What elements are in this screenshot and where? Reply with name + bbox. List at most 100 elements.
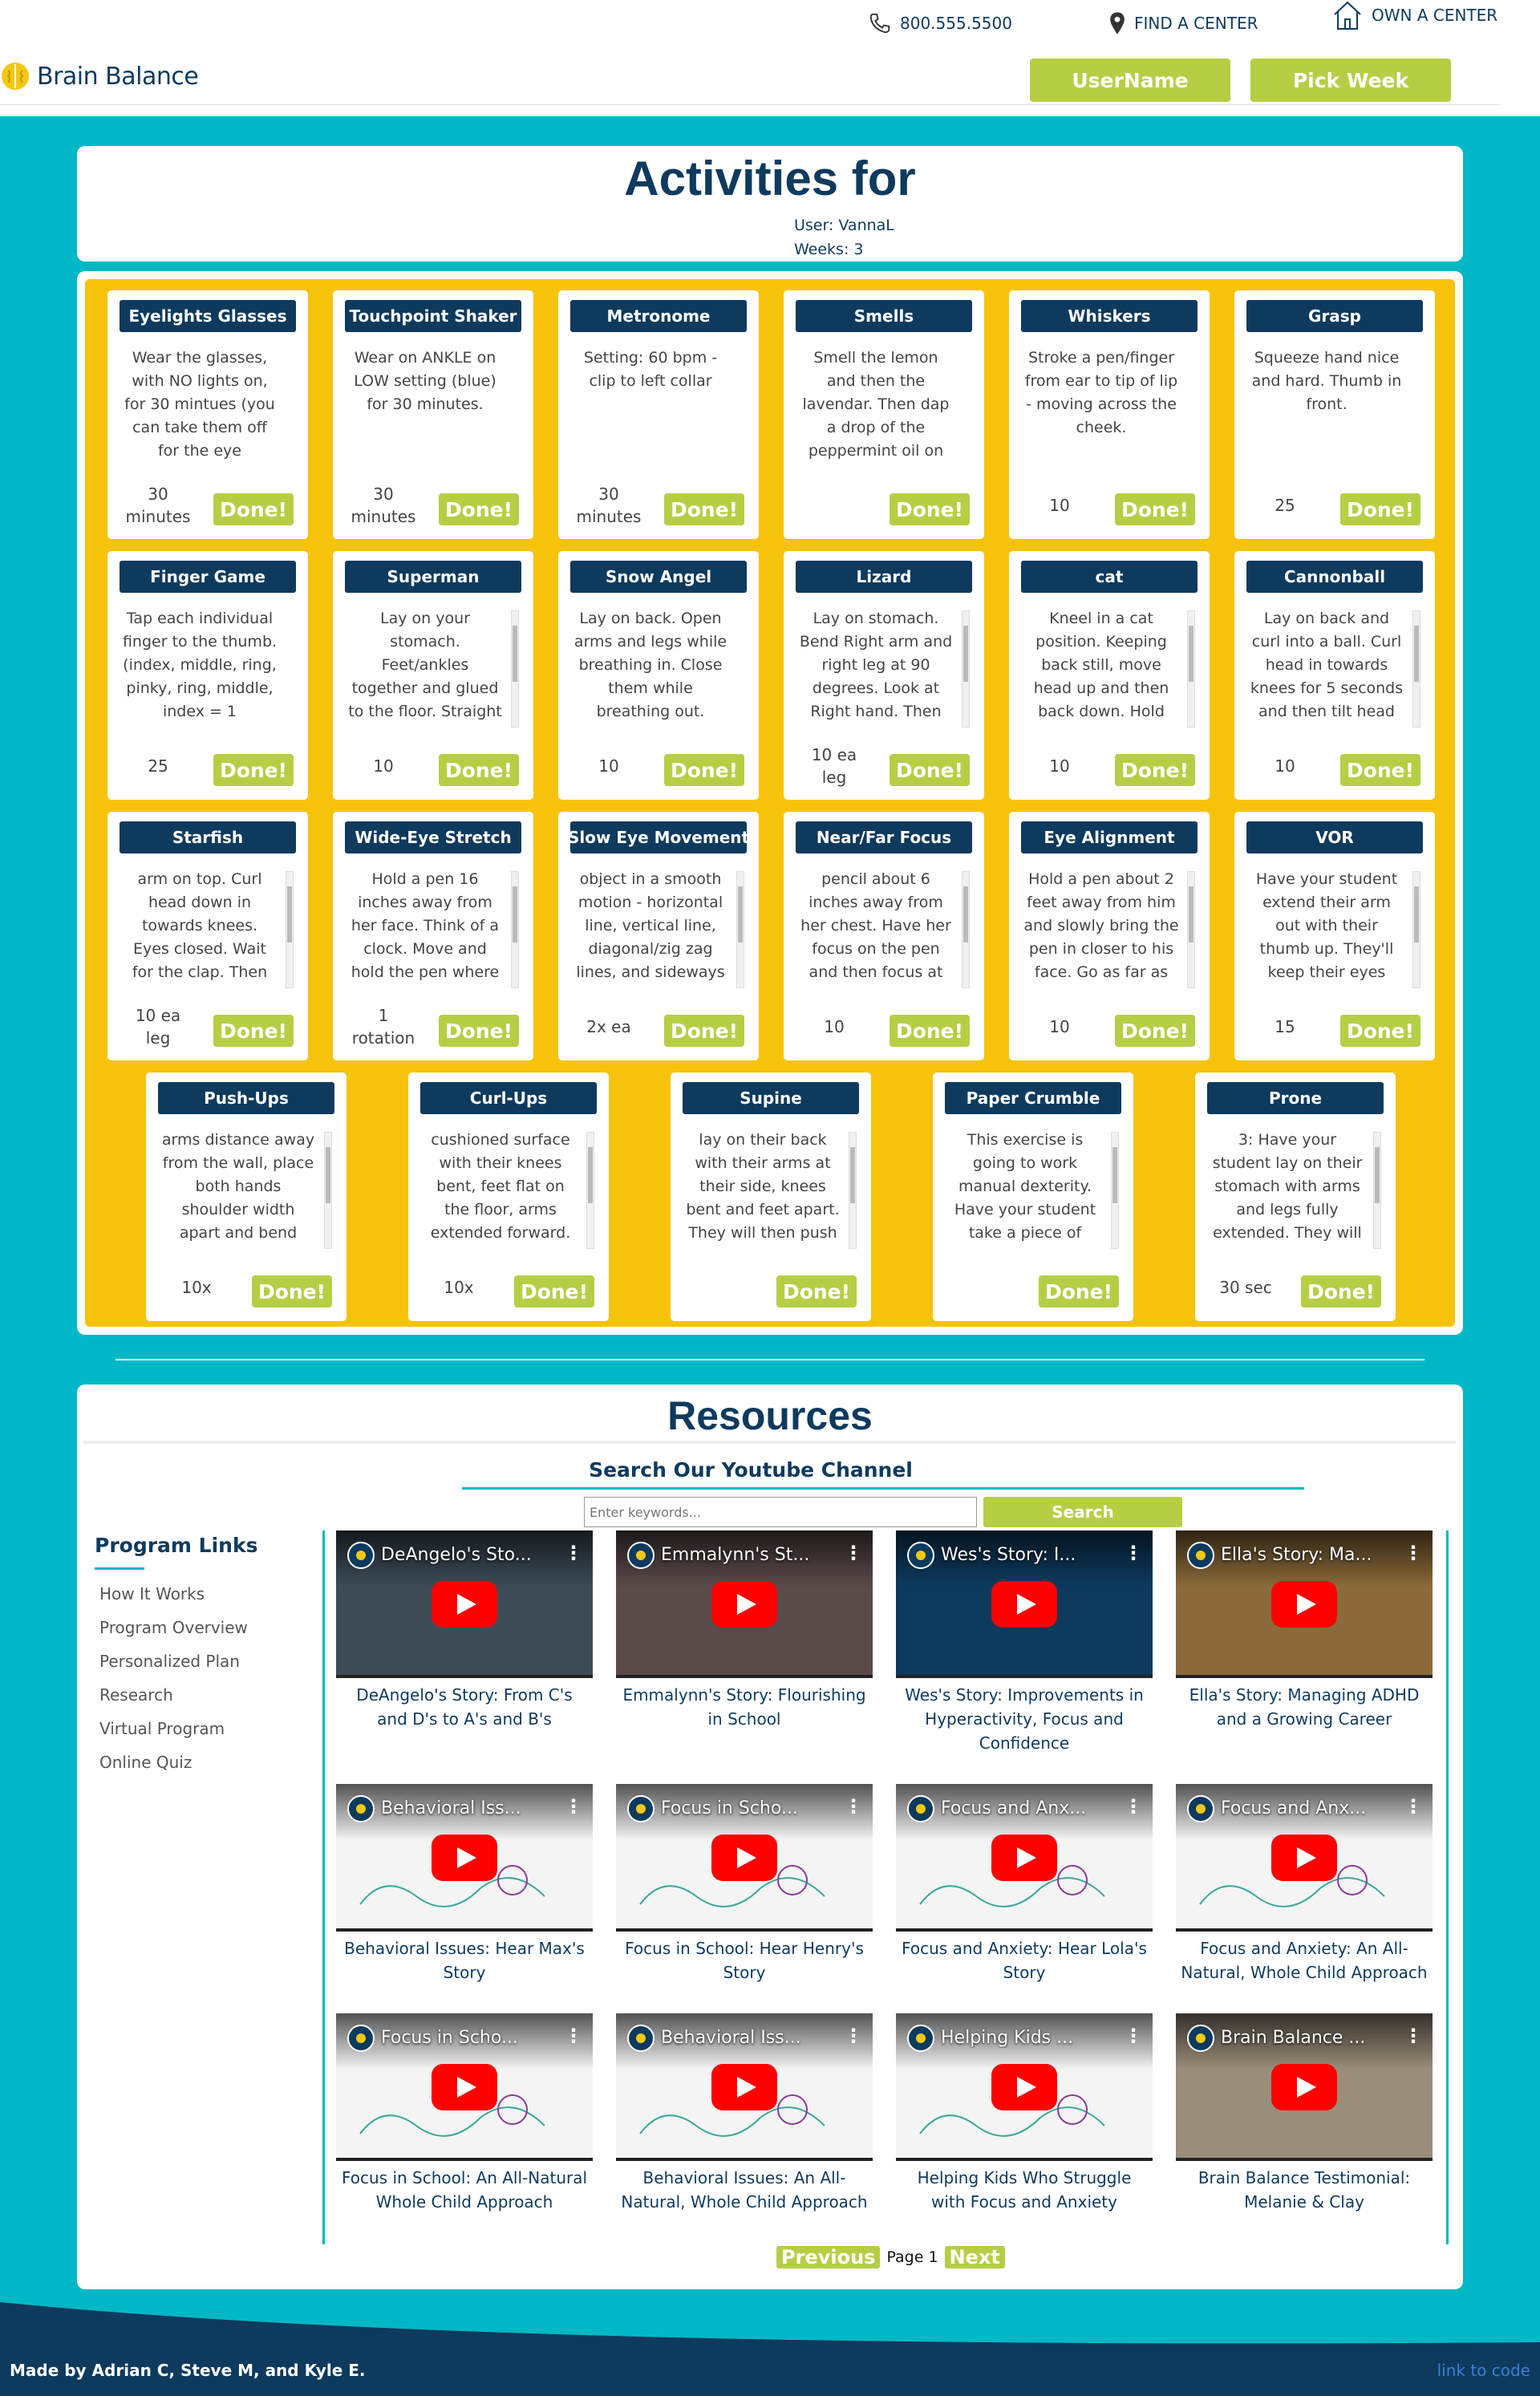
youtube-play-icon[interactable] bbox=[991, 1581, 1057, 1628]
youtube-play-icon[interactable] bbox=[1271, 1581, 1337, 1628]
video-caption[interactable]: Focus in School: An All-Natural Whole Ch… bbox=[336, 2166, 593, 2214]
channel-avatar[interactable] bbox=[1187, 1795, 1214, 1822]
youtube-play-icon[interactable] bbox=[711, 1835, 777, 1881]
video-item[interactable]: Emmalynn's St... ⋮ Emmalynn's Story: Flour… bbox=[616, 1530, 873, 1731]
more-options-icon[interactable]: ⋮ bbox=[1124, 2025, 1143, 2047]
done-button[interactable]: Done! bbox=[1301, 1275, 1381, 1307]
more-options-icon[interactable]: ⋮ bbox=[564, 2025, 583, 2047]
description-scrollbar[interactable] bbox=[849, 1132, 857, 1249]
video-caption[interactable]: Focus and Anxiety: Hear Lola's Story bbox=[896, 1936, 1153, 1985]
youtube-play-icon[interactable] bbox=[991, 2064, 1057, 2110]
own-center-link[interactable]: OWN A CENTER bbox=[1331, 0, 1497, 30]
description-scrollbar[interactable] bbox=[586, 1132, 594, 1249]
channel-avatar[interactable] bbox=[627, 2025, 654, 2052]
video-caption[interactable]: Focus and Anxiety: An All-Natural, Whole… bbox=[1176, 1936, 1433, 1985]
more-options-icon[interactable]: ⋮ bbox=[1124, 1795, 1143, 1818]
video-thumbnail[interactable]: Brain Balance ... ⋮ bbox=[1176, 2013, 1433, 2161]
video-caption[interactable]: Emmalynn's Story: Flourishing in School bbox=[616, 1683, 873, 1731]
brand-logo[interactable]: Brain Balance bbox=[0, 61, 199, 91]
done-button[interactable]: Done! bbox=[890, 754, 970, 786]
channel-avatar[interactable] bbox=[347, 2025, 375, 2052]
video-item[interactable]: Wes's Story: I... ⋮ Wes's Story: Improveme… bbox=[896, 1530, 1153, 1755]
channel-avatar[interactable] bbox=[347, 1542, 375, 1569]
pick-week-button[interactable]: Pick Week bbox=[1250, 59, 1451, 102]
done-button[interactable]: Done! bbox=[664, 754, 744, 786]
more-options-icon[interactable]: ⋮ bbox=[564, 1795, 583, 1818]
done-button[interactable]: Done! bbox=[252, 1275, 332, 1307]
done-button[interactable]: Done! bbox=[1115, 493, 1195, 525]
youtube-play-icon[interactable] bbox=[432, 1581, 497, 1628]
footer-code-link[interactable]: link to code bbox=[1437, 2361, 1530, 2380]
done-button[interactable]: Done! bbox=[664, 493, 744, 525]
more-options-icon[interactable]: ⋮ bbox=[1404, 2025, 1423, 2047]
channel-avatar[interactable] bbox=[1187, 2025, 1214, 2052]
more-options-icon[interactable]: ⋮ bbox=[1404, 1542, 1423, 1564]
done-button[interactable]: Done! bbox=[664, 1015, 744, 1047]
video-caption[interactable]: Behavioral Issues: An All-Natural, Whole… bbox=[616, 2166, 873, 2214]
description-scrollbar[interactable] bbox=[324, 1132, 332, 1249]
search-button[interactable]: Search bbox=[983, 1497, 1182, 1527]
done-button[interactable]: Done! bbox=[439, 1015, 519, 1047]
done-button[interactable]: Done! bbox=[514, 1275, 594, 1307]
done-button[interactable]: Done! bbox=[213, 1015, 294, 1047]
description-scrollbar[interactable] bbox=[1412, 610, 1420, 728]
done-button[interactable]: Done! bbox=[1039, 1275, 1119, 1307]
description-scrollbar[interactable] bbox=[962, 610, 970, 728]
youtube-play-icon[interactable] bbox=[711, 1581, 777, 1628]
video-thumbnail[interactable]: Focus and Anx... ⋮ bbox=[1176, 1784, 1433, 1932]
video-caption[interactable]: Brain Balance Testimonial: Melanie & Cla… bbox=[1176, 2166, 1433, 2214]
video-thumbnail[interactable]: DeAngelo's Sto... ⋮ bbox=[336, 1530, 593, 1678]
video-thumbnail[interactable]: Emmalynn's St... ⋮ bbox=[616, 1530, 873, 1678]
done-button[interactable]: Done! bbox=[776, 1275, 857, 1307]
program-link[interactable]: Online Quiz bbox=[99, 1745, 248, 1779]
channel-avatar[interactable] bbox=[907, 1795, 934, 1822]
description-scrollbar[interactable] bbox=[511, 610, 519, 728]
done-button[interactable]: Done! bbox=[1340, 1015, 1420, 1047]
video-caption[interactable]: Focus in School: Hear Henry's Story bbox=[616, 1936, 873, 1985]
channel-avatar[interactable] bbox=[627, 1795, 654, 1822]
username-button[interactable]: UserName bbox=[1030, 59, 1230, 102]
channel-avatar[interactable] bbox=[1187, 1542, 1214, 1569]
video-item[interactable]: Behavioral Iss... ⋮ Behavioral Issues: An … bbox=[616, 2013, 873, 2214]
more-options-icon[interactable]: ⋮ bbox=[844, 1795, 863, 1818]
video-thumbnail[interactable]: Wes's Story: I... ⋮ bbox=[896, 1530, 1153, 1678]
done-button[interactable]: Done! bbox=[213, 493, 294, 525]
done-button[interactable]: Done! bbox=[1115, 754, 1195, 786]
video-item[interactable]: Brain Balance ... ⋮ Brain Balance Testimon… bbox=[1176, 2013, 1433, 2214]
program-link[interactable]: Virtual Program bbox=[99, 1712, 248, 1745]
video-caption[interactable]: Helping Kids Who Struggle with Focus and… bbox=[896, 2166, 1153, 2214]
channel-avatar[interactable] bbox=[907, 2025, 934, 2052]
youtube-play-icon[interactable] bbox=[432, 2064, 497, 2110]
video-caption[interactable]: Ella's Story: Managing ADHD and a Growin… bbox=[1176, 1683, 1433, 1731]
previous-button[interactable]: Previous bbox=[776, 2246, 881, 2268]
video-thumbnail[interactable]: Behavioral Iss... ⋮ bbox=[336, 1784, 593, 1932]
description-scrollbar[interactable] bbox=[962, 871, 970, 988]
video-item[interactable]: DeAngelo's Sto... ⋮ DeAngelo's Story: From… bbox=[336, 1530, 593, 1731]
video-caption[interactable]: Behavioral Issues: Hear Max's Story bbox=[336, 1936, 593, 1985]
done-button[interactable]: Done! bbox=[1340, 493, 1420, 525]
program-link[interactable]: Research bbox=[99, 1678, 248, 1712]
program-link[interactable]: Personalized Plan bbox=[99, 1644, 248, 1678]
done-button[interactable]: Done! bbox=[1115, 1015, 1195, 1047]
video-thumbnail[interactable]: Focus in Scho... ⋮ bbox=[616, 1784, 873, 1932]
find-center-link[interactable]: FIND A CENTER bbox=[1108, 11, 1258, 35]
youtube-play-icon[interactable] bbox=[1271, 2064, 1337, 2110]
done-button[interactable]: Done! bbox=[213, 754, 294, 786]
more-options-icon[interactable]: ⋮ bbox=[844, 1542, 863, 1564]
more-options-icon[interactable]: ⋮ bbox=[1124, 1542, 1143, 1564]
done-button[interactable]: Done! bbox=[439, 754, 519, 786]
youtube-play-icon[interactable] bbox=[991, 1835, 1057, 1881]
description-scrollbar[interactable] bbox=[1111, 1132, 1119, 1249]
phone-link[interactable]: 800.555.5500 bbox=[868, 11, 1012, 35]
video-item[interactable]: Ella's Story: Ma... ⋮ Ella's Story: Managi… bbox=[1176, 1530, 1433, 1731]
video-item[interactable]: Helping Kids ... ⋮ Helping Kids Who Strugg… bbox=[896, 2013, 1153, 2214]
video-item[interactable]: Behavioral Iss... ⋮ Behavioral Issues: Hea… bbox=[336, 1784, 593, 1985]
channel-avatar[interactable] bbox=[907, 1542, 934, 1569]
done-button[interactable]: Done! bbox=[439, 493, 519, 525]
description-scrollbar[interactable] bbox=[736, 871, 744, 988]
description-scrollbar[interactable] bbox=[1187, 871, 1195, 988]
video-thumbnail[interactable]: Focus in Scho... ⋮ bbox=[336, 2013, 593, 2161]
program-link[interactable]: Program Overview bbox=[99, 1611, 248, 1644]
more-options-icon[interactable]: ⋮ bbox=[564, 1542, 583, 1564]
video-thumbnail[interactable]: Focus and Anx... ⋮ bbox=[896, 1784, 1153, 1932]
